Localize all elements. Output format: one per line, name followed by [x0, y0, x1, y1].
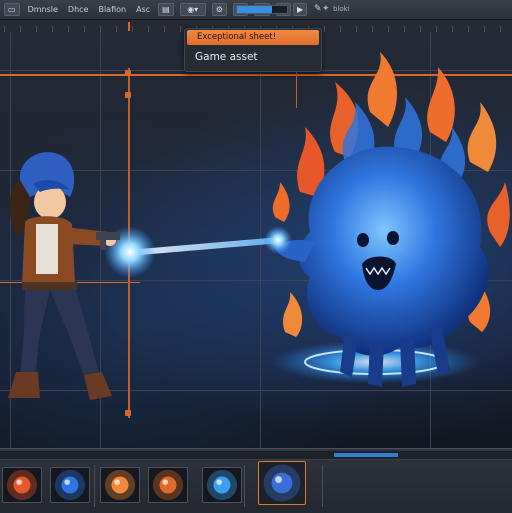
menu-item-1[interactable]: Dmnsle	[26, 5, 60, 14]
character-girl	[8, 152, 120, 400]
progress-fill	[237, 6, 272, 13]
frame-icon[interactable]: ▭	[4, 3, 20, 16]
fire-orb-icon	[6, 469, 38, 501]
thumbnail-blue-orb[interactable]	[50, 467, 90, 503]
play-icon[interactable]: ▶	[293, 3, 308, 16]
scene-artwork	[8, 52, 510, 400]
timeline-range[interactable]	[334, 453, 398, 457]
divider	[94, 465, 95, 507]
thumbnail-orange-planet[interactable]	[148, 467, 188, 503]
thumbnail-blue-sphere[interactable]	[202, 467, 242, 503]
scene-viewport[interactable]	[0, 32, 512, 448]
progress-bar[interactable]	[236, 5, 288, 14]
ghost-sprite-icon	[263, 464, 301, 502]
blue-orb-icon	[54, 469, 86, 501]
layout-icon[interactable]: ▤	[158, 3, 174, 16]
blue-sphere-icon	[206, 469, 238, 501]
popup-header[interactable]: Exceptional sheet!	[187, 30, 319, 45]
view-icon[interactable]: ◉▾	[179, 3, 206, 16]
thumbnail-fire-blast[interactable]	[100, 467, 140, 503]
impact-glow	[264, 226, 292, 254]
brush-icon[interactable]: ✦	[322, 4, 330, 14]
context-popup: Exceptional sheet! Game asset	[184, 28, 322, 72]
thumbnail-fire-orb[interactable]	[2, 467, 42, 503]
divider	[244, 465, 245, 507]
menu-item-3[interactable]: Blafion	[96, 5, 128, 14]
menu-item-4[interactable]: Asc	[134, 5, 152, 14]
timeline-track[interactable]	[0, 451, 512, 460]
menu-item-2[interactable]: Dhce	[66, 5, 91, 14]
popup-item-game-asset[interactable]: Game asset	[195, 51, 258, 63]
thumbnail-ghost-sprite[interactable]	[258, 461, 306, 505]
monster-eye-left	[357, 233, 369, 247]
divider	[322, 465, 323, 507]
fire-blast-icon	[104, 469, 136, 501]
toolbar-status-text: bloki	[333, 5, 350, 13]
monster-eye-right	[387, 231, 399, 245]
tool-icon[interactable]: ✎	[314, 4, 322, 14]
orange-planet-icon	[152, 469, 184, 501]
settings-icon[interactable]: ⚙	[211, 3, 227, 16]
asset-timeline	[0, 448, 512, 513]
monster-body	[298, 146, 489, 356]
ruler-playhead[interactable]	[128, 22, 130, 31]
